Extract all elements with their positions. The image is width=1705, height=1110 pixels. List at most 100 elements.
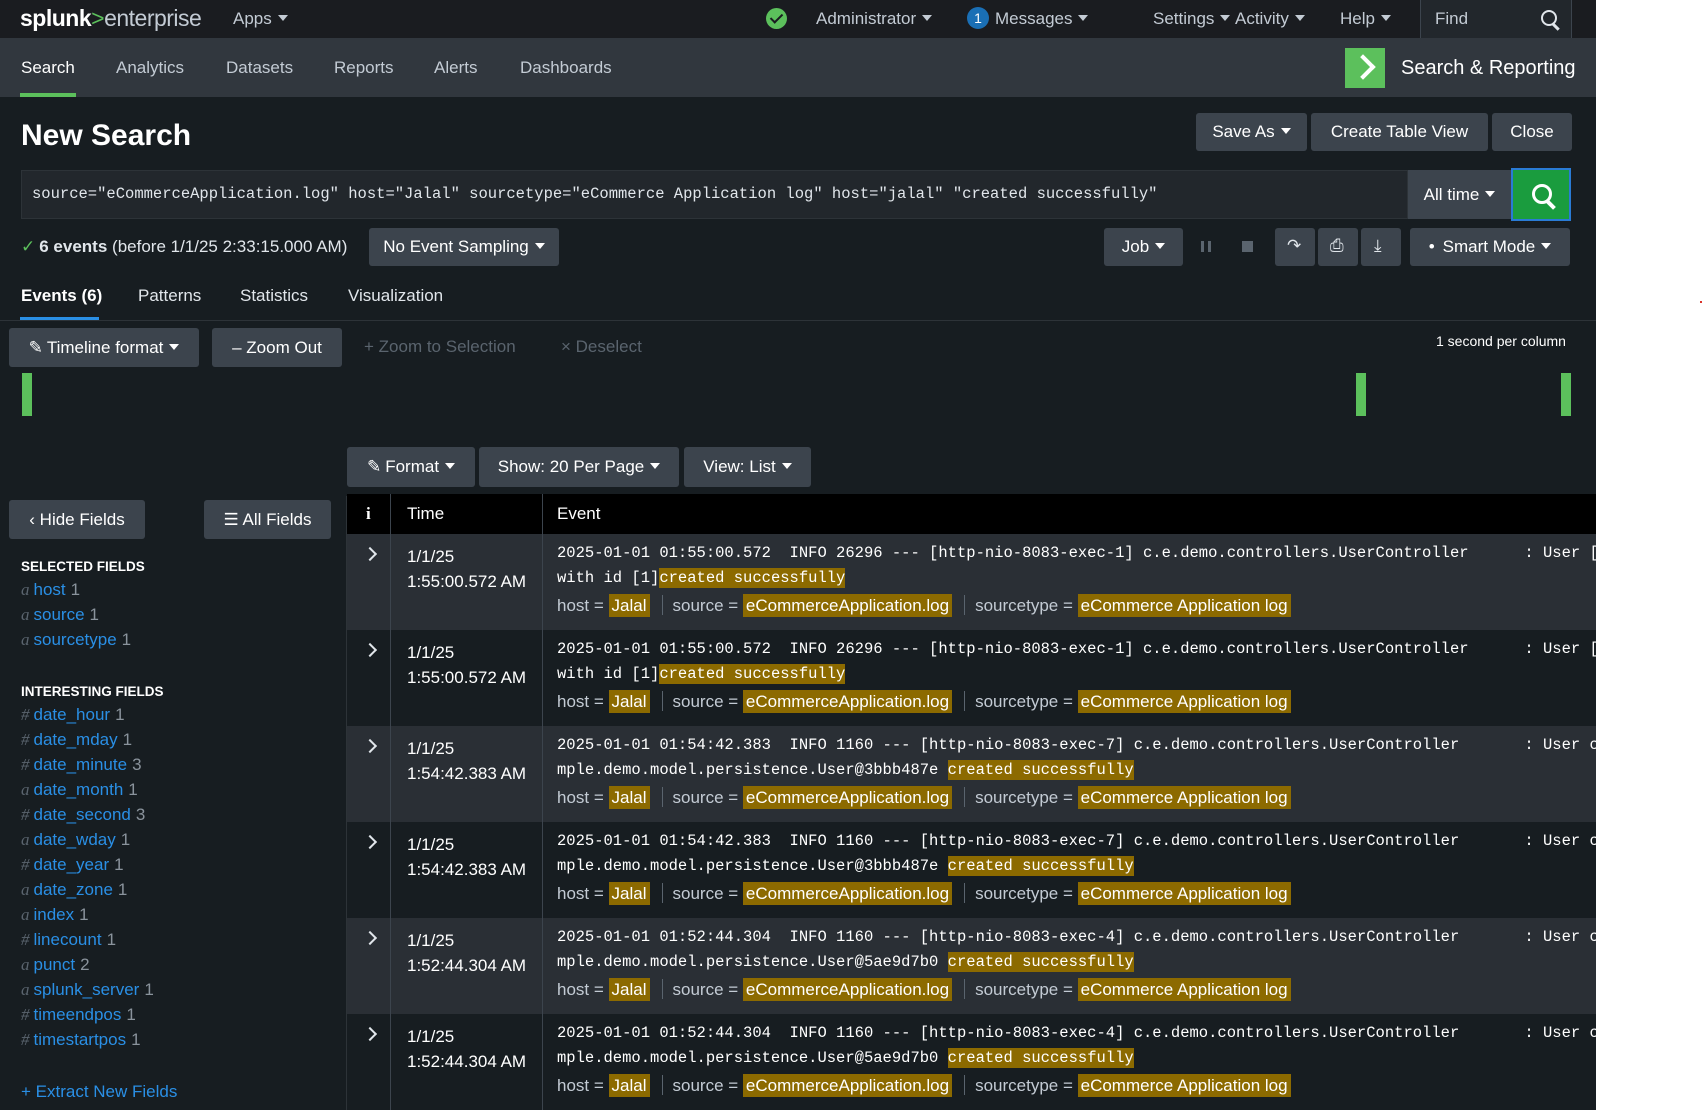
chevron-right-icon[interactable] <box>362 1026 378 1042</box>
event-time[interactable]: 1/1/25 1:54:42.383 AM <box>407 832 532 882</box>
host-value[interactable]: Jalal <box>608 978 650 1001</box>
field-item-source[interactable]: a source 1 <box>21 605 99 625</box>
event-time[interactable]: 1/1/25 1:55:00.572 AM <box>407 640 532 690</box>
search-term-highlight[interactable]: created successfully <box>947 856 1134 876</box>
job-menu-button[interactable]: Job <box>1104 228 1183 266</box>
help-menu[interactable]: Help <box>1340 9 1391 29</box>
zoom-to-selection-button[interactable]: + Zoom to Selection <box>364 337 516 357</box>
field-name[interactable]: timeendpos <box>34 1005 122 1024</box>
timeline-bar[interactable] <box>22 373 32 416</box>
export-button[interactable]: ⤓ <box>1361 228 1401 266</box>
share-button[interactable]: ↷ <box>1275 228 1315 266</box>
tab-alerts[interactable]: Alerts <box>434 58 477 78</box>
search-query-input[interactable]: source="eCommerceApplication.log" host="… <box>21 170 1408 219</box>
field-item-date-second[interactable]: # date_second 3 <box>21 805 145 825</box>
run-search-button[interactable] <box>1511 168 1571 221</box>
splunk-logo[interactable]: splunk>enterprise <box>20 5 202 32</box>
field-item-date-mday[interactable]: # date_mday 1 <box>21 730 132 750</box>
field-item-timestartpos[interactable]: # timestartpos 1 <box>21 1030 141 1050</box>
search-term-highlight[interactable]: created successfully <box>947 760 1134 780</box>
sourcetype-value[interactable]: eCommerce Application log <box>1077 786 1291 809</box>
source-value[interactable]: eCommerceApplication.log <box>742 594 953 617</box>
host-value[interactable]: Jalal <box>608 690 650 713</box>
field-item-date-hour[interactable]: # date_hour 1 <box>21 705 125 725</box>
sourcetype-value[interactable]: eCommerce Application log <box>1077 1074 1291 1097</box>
field-name[interactable]: sourcetype <box>34 630 117 649</box>
per-page-dropdown[interactable]: Show: 20 Per Page <box>479 447 679 487</box>
field-item-host[interactable]: a host 1 <box>21 580 80 600</box>
source-value[interactable]: eCommerceApplication.log <box>742 786 953 809</box>
print-button[interactable]: ⎙ <box>1318 228 1358 266</box>
search-mode-dropdown[interactable]: • Smart Mode <box>1410 228 1570 266</box>
source-value[interactable]: eCommerceApplication.log <box>742 978 953 1001</box>
hide-fields-button[interactable]: ‹ Hide Fields <box>9 500 145 539</box>
sourcetype-value[interactable]: eCommerce Application log <box>1077 882 1291 905</box>
search-term-highlight[interactable]: created successfully <box>947 952 1134 972</box>
tab-statistics[interactable]: Statistics <box>240 286 308 306</box>
field-name[interactable]: host <box>34 580 66 599</box>
host-value[interactable]: Jalal <box>608 1074 650 1097</box>
tab-events[interactable]: Events (6) <box>21 286 102 306</box>
chevron-right-icon[interactable] <box>362 930 378 946</box>
field-name[interactable]: timestartpos <box>34 1030 127 1049</box>
field-item-date-month[interactable]: a date_month 1 <box>21 780 138 800</box>
field-name[interactable]: date_second <box>34 805 131 824</box>
save-as-button[interactable]: Save As <box>1196 113 1307 151</box>
field-name[interactable]: index <box>34 905 75 924</box>
view-dropdown[interactable]: View: List <box>684 447 811 487</box>
timeline-bar[interactable] <box>1561 373 1571 416</box>
settings-menu[interactable]: Settings <box>1153 9 1231 29</box>
field-name[interactable]: date_year <box>34 855 110 874</box>
field-name[interactable]: date_month <box>34 780 124 799</box>
search-icon[interactable] <box>1541 10 1557 26</box>
find-input[interactable]: Find <box>1420 0 1572 38</box>
timeline-bar[interactable] <box>1356 373 1366 416</box>
field-item-punct[interactable]: a punct 2 <box>21 955 90 975</box>
deselect-button[interactable]: × Deselect <box>561 337 642 357</box>
zoom-out-button[interactable]: – Zoom Out <box>212 328 342 367</box>
search-term-highlight[interactable]: created successfully <box>947 1048 1134 1068</box>
field-name[interactable]: date_zone <box>34 880 113 899</box>
close-button[interactable]: Close <box>1492 113 1572 151</box>
source-value[interactable]: eCommerceApplication.log <box>742 1074 953 1097</box>
sourcetype-value[interactable]: eCommerce Application log <box>1077 594 1291 617</box>
tab-visualization[interactable]: Visualization <box>348 286 443 306</box>
extract-new-fields-link[interactable]: + Extract New Fields <box>21 1082 177 1102</box>
chevron-right-icon[interactable] <box>362 738 378 754</box>
event-time[interactable]: 1/1/25 1:52:44.304 AM <box>407 928 532 978</box>
event-time[interactable]: 1/1/25 1:55:00.572 AM <box>407 544 532 594</box>
format-button[interactable]: ✎ Format <box>347 447 475 487</box>
user-menu[interactable]: Administrator <box>816 9 933 29</box>
field-item-date-minute[interactable]: # date_minute 3 <box>21 755 142 775</box>
field-name[interactable]: date_hour <box>34 705 111 724</box>
pause-icon[interactable] <box>1201 241 1211 252</box>
field-name[interactable]: date_mday <box>34 730 118 749</box>
all-fields-button[interactable]: ☰ All Fields <box>204 500 331 539</box>
tab-datasets[interactable]: Datasets <box>226 58 293 78</box>
time-range-picker[interactable]: All time <box>1408 170 1511 219</box>
tab-dashboards[interactable]: Dashboards <box>520 58 612 78</box>
timeline-format-button[interactable]: ✎ Timeline format <box>9 328 199 367</box>
app-title[interactable]: Search & Reporting <box>1401 57 1576 80</box>
sourcetype-value[interactable]: eCommerce Application log <box>1077 978 1291 1001</box>
field-item-splunk-server[interactable]: a splunk_server 1 <box>21 980 154 1000</box>
host-value[interactable]: Jalal <box>608 882 650 905</box>
sourcetype-value[interactable]: eCommerce Application log <box>1077 690 1291 713</box>
chevron-right-icon[interactable] <box>362 642 378 658</box>
chevron-right-icon[interactable] <box>362 546 378 562</box>
source-value[interactable]: eCommerceApplication.log <box>742 690 953 713</box>
field-name[interactable]: source <box>34 605 85 624</box>
tab-reports[interactable]: Reports <box>334 58 394 78</box>
field-item-linecount[interactable]: # linecount 1 <box>21 930 116 950</box>
field-item-date-zone[interactable]: a date_zone 1 <box>21 880 127 900</box>
tab-analytics[interactable]: Analytics <box>116 58 184 78</box>
time-column-header[interactable]: Time <box>407 504 444 524</box>
field-item-index[interactable]: a index 1 <box>21 905 89 925</box>
field-name[interactable]: linecount <box>34 930 102 949</box>
field-item-date-wday[interactable]: a date_wday 1 <box>21 830 130 850</box>
chevron-right-icon[interactable] <box>362 834 378 850</box>
field-name[interactable]: punct <box>34 955 76 974</box>
event-time[interactable]: 1/1/25 1:54:42.383 AM <box>407 736 532 786</box>
app-logo-icon[interactable] <box>1345 48 1385 88</box>
field-name[interactable]: splunk_server <box>34 980 140 999</box>
